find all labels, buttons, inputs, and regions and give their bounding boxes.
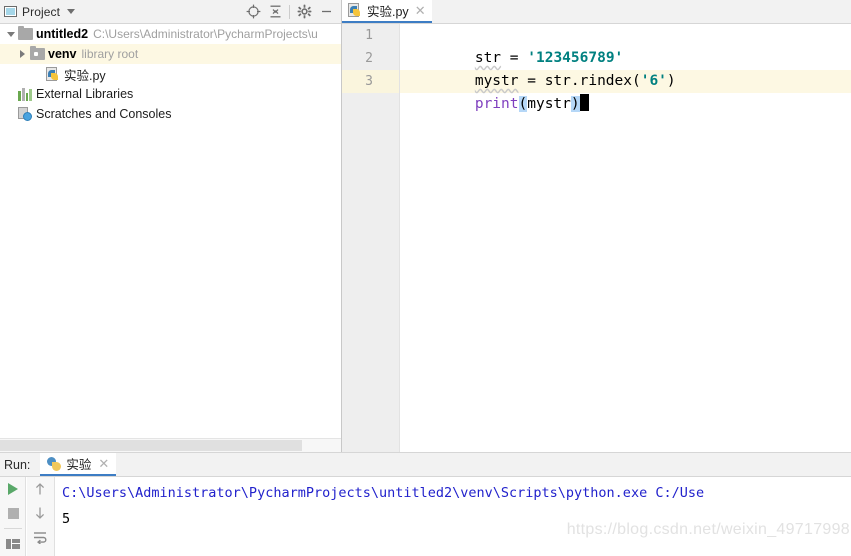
code-line-1[interactable]: str = '123456789'	[400, 24, 623, 66]
run-tool-window: Run: 实验 ✕ C:\Users\Administrator\Pycharm…	[0, 452, 851, 556]
tree-node-label: venv	[48, 47, 77, 61]
project-panel-header: Project	[0, 0, 341, 24]
locate-target-icon[interactable]	[242, 1, 264, 23]
run-tab-bar: Run: 实验 ✕	[0, 453, 851, 477]
tree-node-external-libraries[interactable]: External Libraries	[0, 84, 341, 104]
python-file-icon	[45, 66, 61, 82]
project-title-group[interactable]: Project	[4, 0, 76, 23]
collapse-all-icon[interactable]	[264, 1, 286, 23]
up-arrow-icon[interactable]	[27, 477, 53, 501]
code-token: )	[666, 73, 676, 89]
project-tree[interactable]: untitled2 C:\Users\Administrator\Pycharm…	[0, 24, 341, 438]
down-arrow-icon[interactable]	[27, 501, 53, 525]
python-logo-icon	[47, 456, 62, 471]
code-token: mystr	[527, 96, 571, 112]
project-tool-window: Project untitled2 C:\Users\Administrator…	[0, 0, 341, 452]
editor-gutter[interactable]: 1 2 3	[342, 24, 400, 452]
chevron-down-icon[interactable]	[67, 9, 76, 14]
code-line-3[interactable]: print(mystr)	[400, 70, 589, 112]
gear-icon[interactable]	[293, 1, 315, 23]
python-file-icon	[347, 3, 363, 19]
stop-icon[interactable]	[0, 501, 26, 525]
console-command-line: C:\Users\Administrator\PycharmProjects\u…	[62, 485, 705, 501]
editor-area: 实验.py ✕ 1 2 3 str = '123456789' mystr = …	[342, 0, 851, 452]
external-libraries-icon	[17, 86, 33, 102]
code-token-string: '6'	[640, 73, 667, 89]
scratches-icon	[17, 106, 33, 122]
run-tab-shiyan[interactable]: 实验 ✕	[40, 453, 117, 476]
toolbar-divider	[289, 4, 290, 19]
tree-node-label: 实验.py	[64, 68, 106, 83]
folder-icon	[17, 26, 33, 42]
code-editor-surface[interactable]: str = '123456789' mystr = str.rindex('6'…	[400, 24, 851, 452]
project-panel-title: Project	[22, 4, 61, 19]
run-secondary-toolbar	[27, 477, 55, 556]
line-number: 3	[365, 74, 373, 89]
tree-node-untitled2[interactable]: untitled2 C:\Users\Administrator\Pycharm…	[0, 24, 341, 44]
console-output[interactable]: C:\Users\Administrator\PycharmProjects\u…	[56, 477, 851, 556]
watermark-text: https://blog.csdn.net/weixin_49717998	[566, 521, 850, 538]
tree-node-path: C:\Users\Administrator\PycharmProjects\u	[93, 27, 318, 41]
rerun-icon[interactable]	[0, 477, 26, 501]
editor-tab-shiyan-py[interactable]: 实验.py ✕	[342, 0, 432, 23]
tree-node-badge: library root	[81, 47, 139, 61]
code-token-keyword: print	[474, 96, 519, 112]
tree-node-label: Scratches and Consoles	[36, 107, 172, 121]
close-icon[interactable]: ✕	[415, 4, 426, 17]
tree-node-label: External Libraries	[36, 87, 134, 101]
code-token-brace-close: )	[570, 96, 580, 112]
text-caret	[579, 94, 589, 111]
tree-node-label: untitled2	[36, 27, 89, 41]
soft-wrap-icon[interactable]	[27, 525, 53, 549]
library-folder-icon	[29, 46, 45, 62]
hide-icon[interactable]	[315, 1, 337, 23]
console-result-line: 5	[62, 511, 71, 527]
project-horizontal-scrollbar[interactable]	[0, 438, 341, 452]
expand-arrow-icon[interactable]	[4, 31, 17, 37]
expand-arrow-icon[interactable]	[16, 50, 29, 58]
run-primary-toolbar	[0, 477, 26, 556]
toolbar-divider	[3, 528, 22, 529]
line-number: 1	[365, 28, 373, 43]
layout-icon[interactable]	[0, 532, 26, 556]
tree-node-scratches-and-consoles[interactable]: Scratches and Consoles	[0, 104, 341, 124]
run-tab-label: 实验	[66, 458, 92, 472]
run-window-label: Run:	[4, 457, 31, 472]
code-token-brace-open: (	[518, 96, 528, 112]
scrollbar-thumb[interactable]	[0, 440, 302, 451]
code-line-2[interactable]: mystr = str.rindex('6')	[400, 47, 676, 89]
tree-node-shiyan-py[interactable]: 实验.py	[0, 64, 341, 84]
tree-node-venv[interactable]: venv library root	[0, 44, 341, 64]
line-number: 2	[365, 51, 373, 66]
project-window-icon	[4, 6, 17, 17]
editor-tab-label: 实验.py	[367, 5, 409, 19]
project-panel-toolbar	[242, 0, 337, 23]
editor-tab-bar: 实验.py ✕	[342, 0, 851, 24]
main-workspace: Project untitled2 C:\Users\Administrator…	[0, 0, 851, 452]
close-icon[interactable]: ✕	[98, 457, 109, 470]
